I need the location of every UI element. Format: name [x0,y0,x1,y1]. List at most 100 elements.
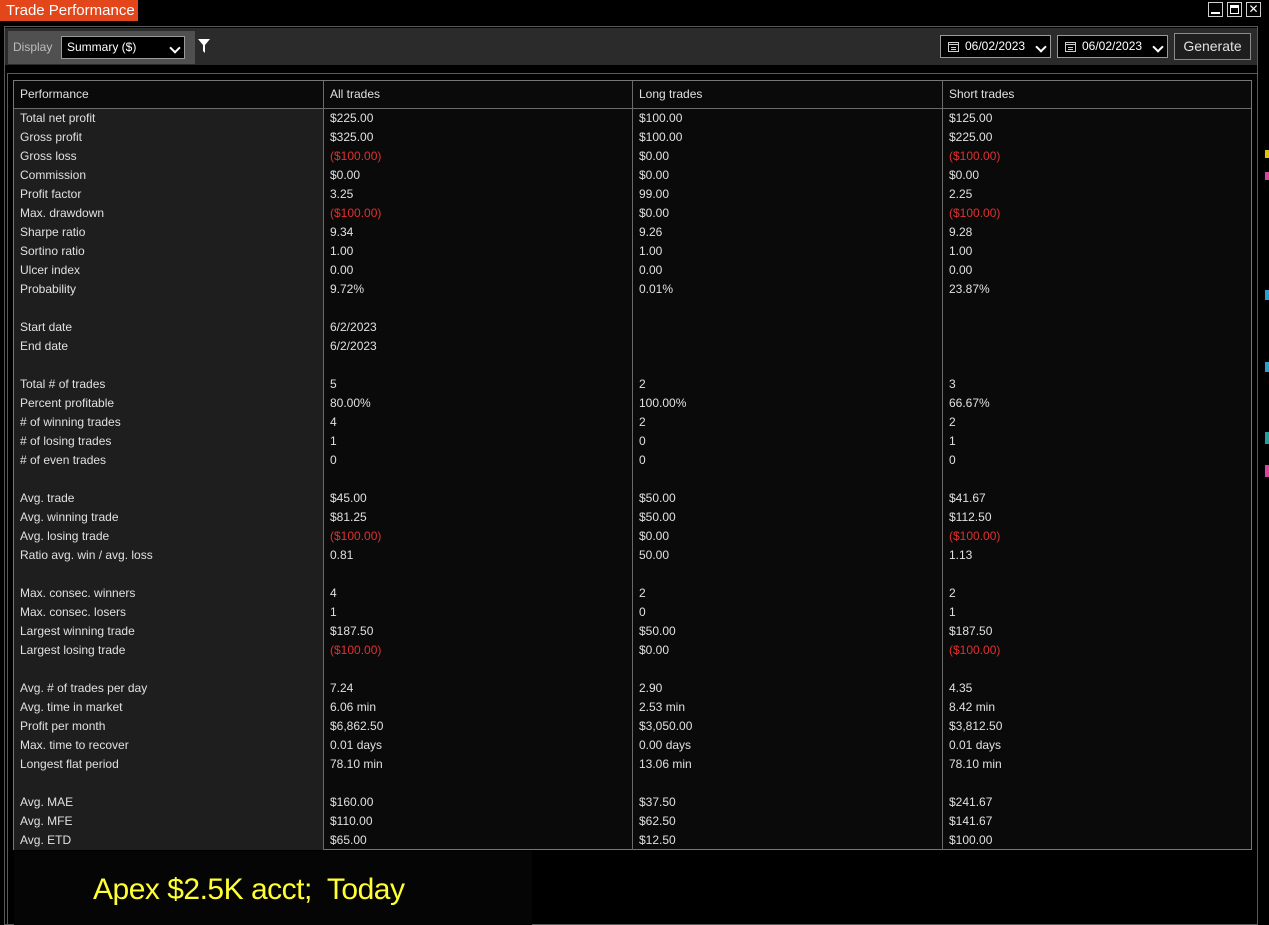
row-label: Percent profitable [20,396,115,410]
table-cell-short: 1.00 [949,244,973,258]
table-cell-short: 0.01 days [949,738,1002,752]
table-cell-long: $50.00 [639,624,676,638]
row-label: Max. consec. winners [20,586,136,600]
table-cell-short: $141.67 [949,814,993,828]
table-cell-long: 2.53 min [639,700,686,714]
row-label: Max. time to recover [20,738,129,752]
table-cell-long: 1.00 [639,244,663,258]
display-value: Summary ($) [67,40,137,54]
edge-marker [1265,465,1269,477]
table-cell-short: $100.00 [949,833,993,847]
table-cell-short: $3,812.50 [949,719,1003,733]
table-cell-short: 8.42 min [949,700,996,714]
filter-icon[interactable] [198,39,210,53]
row-label: Largest winning trade [20,624,135,638]
display-label: Display [13,40,53,54]
annotation-text: Apex $2.5K acct; Today [93,873,405,906]
header-short-trades[interactable]: Short trades [949,81,1014,108]
table-cell-long: $12.50 [639,833,676,847]
table-cell-all: 1.00 [330,244,354,258]
table-cell-all: 6/2/2023 [330,339,377,353]
table-cell-all: $325.00 [330,130,374,144]
row-label: Avg. MFE [20,814,73,828]
table-cell-all: 0 [330,453,337,467]
row-label: Avg. trade [20,491,75,505]
table-cell-short: 0 [949,453,956,467]
table-cell-all: 78.10 min [330,757,383,771]
table-cell-long: $100.00 [639,111,683,125]
table-cell-short: 2 [949,415,956,429]
table-cell-all: $187.50 [330,624,374,638]
table-cell-short: $41.67 [949,491,986,505]
table-cell-all: 4 [330,415,337,429]
row-label: Avg. # of trades per day [20,681,148,695]
row-label: Avg. MAE [20,795,74,809]
row-label: Probability [20,282,77,296]
table-cell-long: 2 [639,377,646,391]
table-cell-short: $225.00 [949,130,993,144]
row-label: Ulcer index [20,263,81,277]
header-performance[interactable]: Performance [20,81,89,108]
table-cell-short: $241.67 [949,795,993,809]
table-cell-all: ($100.00) [330,529,382,543]
chevron-down-icon [169,42,181,54]
table-cell-long: $50.00 [639,491,676,505]
minimize-icon[interactable] [1208,2,1223,17]
row-label: Max. drawdown [20,206,105,220]
table-cell-long: $0.00 [639,529,670,543]
date-from-select[interactable]: 06/02/2023 [940,35,1051,58]
display-group: Display Summary ($) [8,31,195,64]
edge-marker [1265,362,1269,372]
table-cell-long: 13.06 min [639,757,692,771]
display-select[interactable]: Summary ($) [61,36,185,59]
generate-button[interactable]: Generate [1174,33,1251,60]
table-cell-long: 99.00 [639,187,670,201]
chevron-down-icon [1035,41,1047,53]
table-cell-all: 80.00% [330,396,371,410]
edge-marker [1265,432,1269,444]
table-cell-all: $45.00 [330,491,367,505]
table-cell-short: 78.10 min [949,757,1002,771]
table-cell-short: ($100.00) [949,149,1001,163]
chevron-down-icon [1152,41,1164,53]
date-to-select[interactable]: 06/02/2023 [1057,35,1168,58]
table-cell-all: $6,862.50 [330,719,384,733]
row-label: Sortino ratio [20,244,85,258]
table-cell-all: $225.00 [330,111,374,125]
table-cell-all: 9.34 [330,225,354,239]
header-long-trades[interactable]: Long trades [639,81,702,108]
table-cell-long: 2 [639,415,646,429]
table-cell-all: ($100.00) [330,206,382,220]
row-label: Avg. winning trade [20,510,119,524]
row-label: Longest flat period [20,757,119,771]
table-cell-all: 6/2/2023 [330,320,377,334]
edge-marker [1265,172,1269,180]
window-title: Trade Performance [0,0,138,21]
row-label: # of losing trades [20,434,112,448]
table-cell-all: $65.00 [330,833,367,847]
row-label: Sharpe ratio [20,225,86,239]
row-label: Gross profit [20,130,83,144]
row-label: Gross loss [20,149,77,163]
table-cell-all: 0.00 [330,263,354,277]
table-cell-short: 66.67% [949,396,990,410]
maximize-icon[interactable] [1227,2,1242,17]
table-cell-long: $100.00 [639,130,683,144]
table-cell-long: 0.00 [639,263,663,277]
title-bar: Trade Performance ✕ [0,0,1269,21]
column-divider [942,81,943,850]
table-cell-short: 0.00 [949,263,973,277]
table-cell-long: $0.00 [639,149,670,163]
table-cell-short: 2.25 [949,187,973,201]
table-cell-all: 9.72% [330,282,365,296]
table-cell-short: 4.35 [949,681,973,695]
row-label: End date [20,339,69,353]
close-icon[interactable]: ✕ [1246,2,1261,17]
table-cell-long: $62.50 [639,814,676,828]
header-all-trades[interactable]: All trades [330,81,380,108]
table-cell-all: $0.00 [330,168,361,182]
table-cell-short: 2 [949,586,956,600]
row-label: Total net profit [20,111,96,125]
table-cell-short: 3 [949,377,956,391]
table-cell-long: $37.50 [639,795,676,809]
